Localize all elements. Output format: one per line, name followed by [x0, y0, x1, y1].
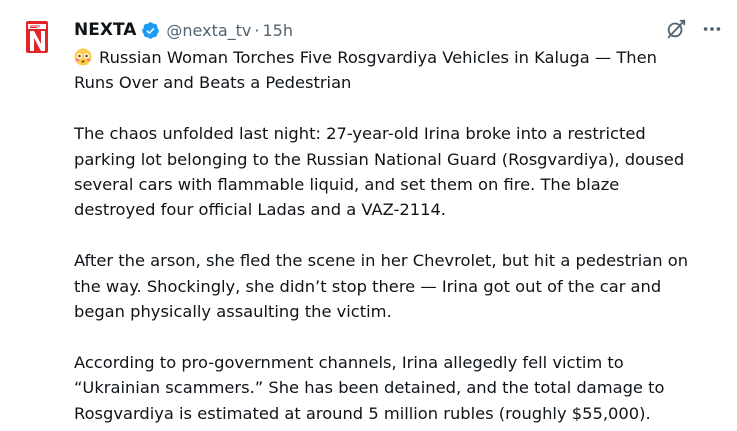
more-icon[interactable]	[701, 18, 723, 40]
paragraph-2-line-1: After the arson, she fled the scene in h…	[74, 251, 689, 271]
timestamp[interactable]: 15h	[262, 21, 293, 40]
tweet-header: NEXTA @nexta_tv · 15h	[74, 19, 293, 41]
tweet-actions-top	[665, 18, 723, 40]
text-line: Russian Woman Torches Five Rosgvardiya V…	[74, 45, 724, 70]
verified-badge-icon	[142, 21, 160, 39]
post-title-line-2: Runs Over and Beats a Pedestrian	[74, 73, 352, 93]
paragraph-3-line-2: “Ukrainian scammers.” She has been detai…	[74, 378, 665, 398]
paragraph-1-line-4: destroyed four official Ladas and a VAZ-…	[74, 200, 446, 220]
post-title-line-1: Russian Woman Torches Five Rosgvardiya V…	[99, 48, 657, 67]
paragraph-2-line-3: began physically assaulting the victim.	[74, 302, 392, 322]
separator-dot: ·	[254, 20, 260, 40]
tweet: NEXTA @nexta_tv · 15h Russian Woman Torc…	[0, 0, 737, 431]
paragraph-2-line-2: the way. Shockingly, she didn’t stop the…	[74, 276, 662, 296]
author-handle[interactable]: @nexta_tv	[166, 21, 251, 40]
avatar[interactable]	[17, 17, 57, 57]
nexta-logo	[17, 17, 57, 57]
paragraph-3-line-1: According to pro-government channels, Ir…	[74, 352, 624, 372]
paragraph-1-line-1: The chaos unfolded last night: 27-year-o…	[74, 124, 646, 144]
flushed-face-emoji	[74, 48, 92, 66]
paragraph-1-line-2: parking lot belonging to the Russian Nat…	[74, 149, 685, 169]
author-name[interactable]: NEXTA	[74, 20, 136, 40]
paragraph-1-line-3: several cars with flammable liquid, and …	[74, 175, 620, 195]
grok-icon[interactable]	[665, 18, 687, 40]
paragraph-3-line-3: Rosgvardiya is estimated at around 5 mil…	[74, 403, 651, 423]
tweet-text: Russian Woman Torches Five Rosgvardiya V…	[74, 45, 724, 426]
